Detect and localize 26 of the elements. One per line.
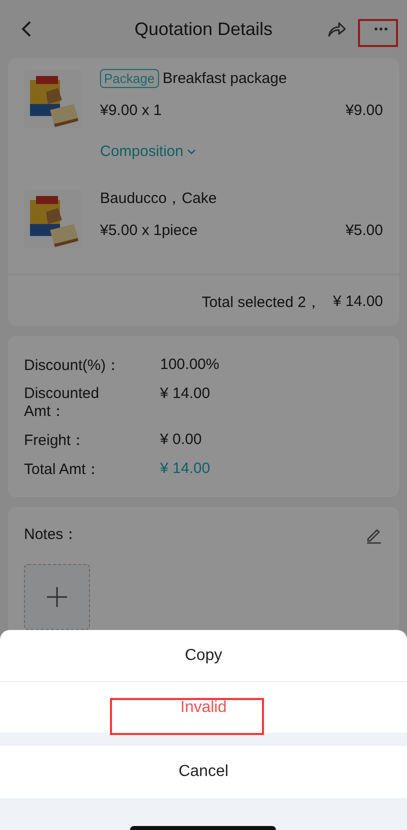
page-title: Quotation Details [133,18,274,40]
back-icon [20,20,32,38]
more-icon [374,27,388,31]
summary-value: 100.00% [160,356,220,375]
notes-label: Notes： [24,525,78,544]
line-amount: ¥5.00 [345,222,383,239]
line-amount: ¥9.00 [345,102,383,119]
product-name: Bauducco，Cake [100,188,217,208]
total-label: Total selected 2， [202,293,321,312]
summary-value: ¥ 14.00 [160,385,212,404]
share-icon [327,21,347,37]
product-name: Breakfast package [162,70,287,86]
cancel-button[interactable]: Cancel [0,746,407,798]
summary-label: Discount(%)： [24,356,122,375]
summary-label: Total Amt： [24,460,102,479]
total-amount: ¥ 14.00 [332,293,383,312]
unit-price: ¥9.00 x 1 [100,102,162,119]
unit-price: ¥5.00 x 1piece [100,222,198,239]
package-tag: Package [100,68,159,88]
summary-label: Freight： [24,431,87,450]
summary-label: Discounted Amt： [24,385,100,421]
plus-icon [45,585,69,609]
chevron-down-icon [187,148,196,154]
sheet-option[interactable]: Copy [0,630,407,682]
summary-value: ¥ 14.00 [160,460,212,479]
summary-value: ¥ 0.00 [160,431,203,450]
